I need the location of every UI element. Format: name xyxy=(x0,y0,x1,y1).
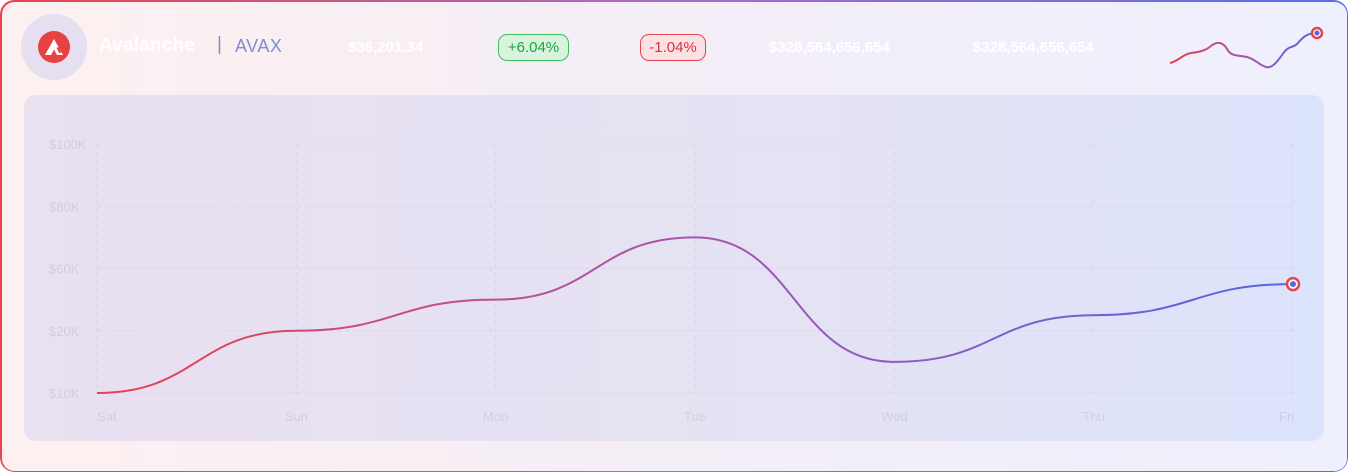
x-tick-label: Wed xyxy=(881,409,908,424)
y-tick-label: $100K xyxy=(49,137,87,152)
x-tick-label: Tue xyxy=(684,409,706,424)
x-tick-label: Mon xyxy=(483,409,508,424)
y-tick-label: $80K xyxy=(49,199,80,214)
coin-card: Avalanche | AVAX $36,201.34 +6.04% -1.04… xyxy=(0,0,1348,472)
series-endpoint-core xyxy=(1290,281,1296,288)
price-chart: $100K $80K $60K $20K $10K Sat Sun Mon Tue Wed Thu… xyxy=(49,137,1301,424)
x-tick-label: Fri xyxy=(1279,409,1294,424)
y-tick-label: $60K xyxy=(49,262,80,277)
x-tick-label: Sun xyxy=(285,409,308,424)
y-tick-label: $10K xyxy=(49,386,80,401)
x-tick-label: Sat xyxy=(97,409,117,424)
y-tick-label: $20K xyxy=(49,324,80,339)
x-tick-label: Thu xyxy=(1082,409,1104,424)
